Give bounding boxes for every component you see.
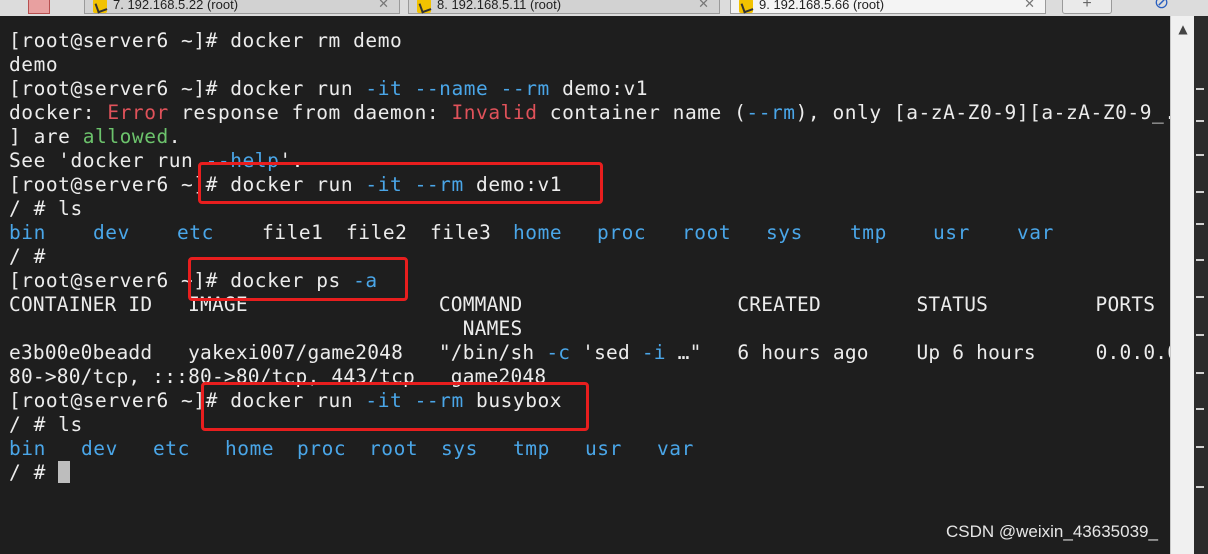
- ls-entry-file: file3: [430, 221, 492, 244]
- terminal-output[interactable]: [root@server6 ~]# docker rm demo demo [r…: [0, 16, 1191, 554]
- terminal-line: docker: Error response from daemon: Inva…: [9, 101, 1189, 124]
- docker-ps-header: CONTAINER ID IMAGE COMMAND CREATED STATU…: [9, 293, 1156, 316]
- attach-icon[interactable]: ⊘: [1154, 0, 1174, 12]
- ls-entry-file: file2: [346, 221, 408, 244]
- terminal-line: ] are allowed.: [9, 125, 182, 148]
- app-icon: [28, 0, 50, 14]
- ls-entry-dir: home: [225, 437, 275, 460]
- docker-ps-header-names: NAMES: [9, 317, 523, 340]
- close-icon[interactable]: ✕: [698, 0, 709, 12]
- ls-entry-dir: tmp: [850, 221, 887, 244]
- ls-entry-dir: bin: [9, 221, 46, 244]
- ls-entry-dir: dev: [81, 437, 118, 460]
- tab-session-8[interactable]: 8. 192.168.5.11 (root) ✕: [408, 0, 720, 14]
- terminal-icon: [417, 0, 431, 13]
- ls-entry-dir: proc: [597, 221, 647, 244]
- ls-entry-dir: proc: [297, 437, 347, 460]
- watermark: CSDN @weixin_43635039_: [946, 522, 1158, 541]
- ls-entry-dir: usr: [585, 437, 622, 460]
- ls-entry-file: file1: [262, 221, 324, 244]
- text-cursor: [58, 461, 71, 483]
- terminal-line: / # ls: [9, 197, 83, 220]
- close-icon[interactable]: ✕: [1024, 0, 1035, 12]
- ls-entry-dir: sys: [766, 221, 803, 244]
- ls-entry-dir: var: [657, 437, 694, 460]
- terminal-line: / # ls: [9, 413, 83, 436]
- tab-session-9[interactable]: 9. 192.168.5.66 (root) ✕: [730, 0, 1046, 14]
- terminal-prompt: / #: [9, 461, 71, 485]
- tab-session-7[interactable]: 7. 192.168.5.22 (root) ✕: [84, 0, 400, 14]
- ls-entry-dir: root: [682, 221, 732, 244]
- terminal-line: / #: [9, 245, 46, 268]
- close-icon[interactable]: ✕: [378, 0, 389, 12]
- ls-entry-dir: etc: [177, 221, 214, 244]
- terminal-icon: [93, 0, 107, 13]
- ls-entry-dir: var: [1017, 221, 1054, 244]
- terminal-line: [root@server6 ~]# docker run -it --name …: [9, 77, 649, 100]
- ls-entry-dir: sys: [441, 437, 478, 460]
- terminal-icon: [739, 0, 753, 13]
- ls-entry-dir: etc: [153, 437, 190, 460]
- ls-entry-dir: tmp: [513, 437, 550, 460]
- ls-entry-dir: bin: [9, 437, 46, 460]
- highlight-box: [198, 162, 603, 204]
- tab-bar: 7. 192.168.5.22 (root) ✕ 8. 192.168.5.11…: [0, 0, 1208, 16]
- ls-entry-dir: home: [513, 221, 563, 244]
- ls-entry-dir: root: [369, 437, 419, 460]
- highlight-box: [201, 382, 589, 431]
- vertical-scrollbar[interactable]: ▲: [1170, 16, 1195, 554]
- terminal-line: [root@server6 ~]# docker rm demo: [9, 29, 403, 52]
- terminal-line: demo: [9, 53, 59, 76]
- docker-ps-row: e3b00e0beadd yakexi007/game2048 "/bin/sh…: [9, 341, 1192, 364]
- background-window-edge: [1194, 16, 1208, 554]
- ls-entry-dir: usr: [933, 221, 970, 244]
- highlight-box: [188, 257, 408, 301]
- ls-entry-dir: dev: [93, 221, 130, 244]
- scroll-up-icon[interactable]: ▲: [1175, 22, 1191, 36]
- new-tab-button[interactable]: +: [1062, 0, 1112, 14]
